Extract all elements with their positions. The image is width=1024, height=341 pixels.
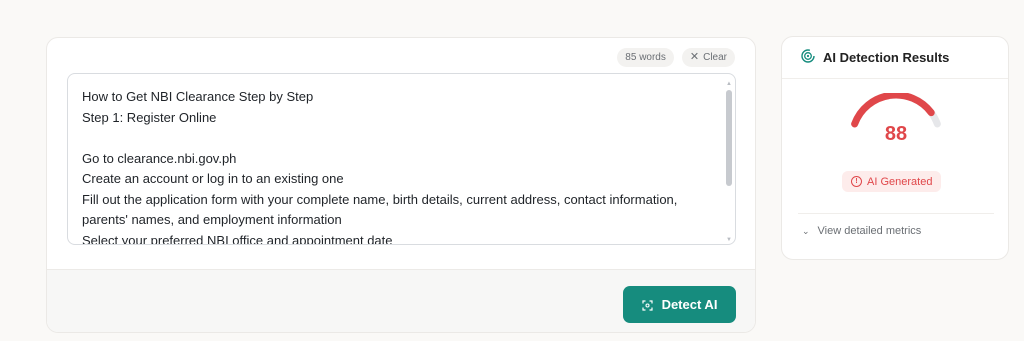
verdict-badge: ! AI Generated [842, 171, 942, 192]
text-line: parents' names, and employment informati… [82, 212, 342, 227]
close-icon: ✕ [689, 51, 700, 63]
text-line: Fill out the application form with your … [82, 191, 678, 207]
scroll-down-arrow-icon[interactable]: ▼ [725, 236, 733, 244]
scrollbar-thumb[interactable] [726, 90, 732, 186]
score-value: 88 [884, 123, 908, 145]
chevron-down-icon: ⌄ [802, 225, 810, 236]
text-line: Step 1: Register Online [82, 109, 217, 125]
word-count-label: 85 words [625, 52, 666, 63]
clear-button-label: Clear [703, 52, 727, 63]
alert-circle-icon: ! [851, 176, 862, 187]
scan-icon [641, 299, 653, 311]
textarea-scrollbar[interactable]: ▲ ▼ [725, 80, 733, 243]
gauge-fill [851, 93, 935, 128]
detect-ai-label: Detect AI [661, 297, 718, 312]
results-header: AI Detection Results [782, 37, 1008, 79]
detect-ai-button[interactable]: Detect AI [623, 286, 736, 323]
results-title: AI Detection Results [823, 50, 950, 65]
target-icon [801, 49, 815, 66]
word-count-badge: 85 words [617, 48, 674, 67]
text-line: Go to clearance.nbi.gov.ph [82, 150, 237, 166]
score-gauge: 88 [844, 93, 948, 153]
editor-toolbar: 85 words ✕ Clear [617, 48, 735, 67]
verdict-label: AI Generated [867, 175, 933, 188]
text-line: Create an account or log in to an existi… [82, 171, 344, 186]
detection-results-panel: AI Detection Results 88 ! AI Generated ⌄… [781, 36, 1009, 260]
metrics-link-label: View detailed metrics [817, 225, 922, 237]
view-detailed-metrics-toggle[interactable]: ⌄ View detailed metrics [802, 225, 921, 237]
editor-footer: Detect AI [47, 269, 755, 332]
text-line: Select your preferred NBI office and app… [82, 232, 393, 245]
text-line: How to Get NBI Clearance Step by Step [82, 89, 314, 104]
text-input-panel: 85 words ✕ Clear How to Get NBI Clearanc… [46, 37, 756, 333]
text-line [82, 128, 705, 149]
divider [798, 213, 994, 214]
scroll-up-arrow-icon[interactable]: ▲ [725, 80, 733, 88]
clear-button[interactable]: ✕ Clear [681, 48, 735, 67]
content-textarea[interactable]: How to Get NBI Clearance Step by Step St… [67, 73, 736, 245]
